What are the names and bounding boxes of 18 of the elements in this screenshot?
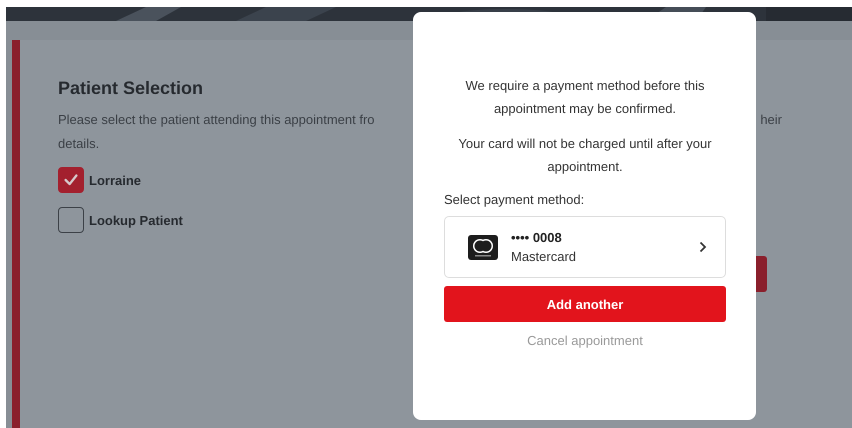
description-text: heir	[760, 111, 782, 129]
checkbox[interactable]	[58, 207, 84, 233]
chevron-right-icon	[699, 241, 707, 253]
checkbox[interactable]	[58, 167, 84, 193]
description-text: details.	[58, 135, 100, 153]
dialog-message: We require a payment method before this appointment may be confirmed.	[464, 77, 706, 118]
checkbox-label: Lorraine	[89, 172, 142, 188]
card-number: •••• 0008	[511, 230, 563, 245]
card-brand: Mastercard	[511, 249, 578, 264]
cancel-link[interactable]: Cancel appointment	[444, 333, 726, 348]
checkbox-label: Lookup Patient	[89, 212, 183, 228]
payment-method-item[interactable]: •••• 0008 Mastercard	[444, 216, 726, 278]
section-heading: Patient Selection	[58, 78, 204, 99]
dialog-message: Your card will not be charged until after your appointment.	[457, 135, 713, 176]
select-label: Select payment method:	[444, 192, 586, 207]
add-another-button[interactable]: Add another	[444, 286, 726, 322]
card-icon	[468, 234, 498, 260]
description-text: Please select the patient attending this appointment fro	[58, 111, 375, 129]
